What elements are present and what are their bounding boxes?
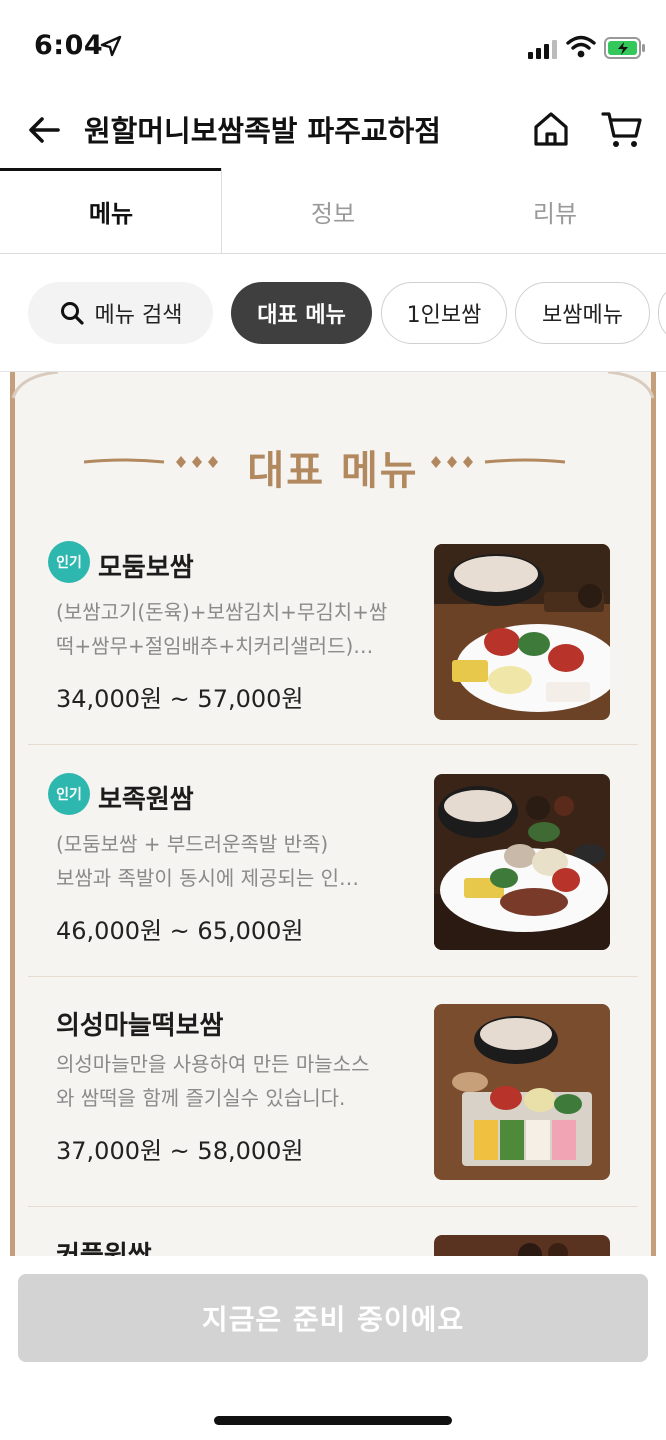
frame-right-border bbox=[651, 372, 656, 1256]
chip-representative-menu[interactable]: 대표 메뉴 bbox=[231, 282, 372, 344]
menu-item-description: (모둠보쌈 + 부드러운족발 반족) 보쌈과 족발이 동시에 제공되는 인… bbox=[56, 827, 416, 895]
cellular-signal-icon bbox=[528, 40, 557, 59]
battery-charging-icon bbox=[604, 37, 645, 59]
ornament-right-icon bbox=[431, 456, 565, 468]
frame-corner-right bbox=[607, 372, 655, 399]
menu-item-description: 의성마늘만을 사용하여 만든 마늘소스 와 쌈떡을 함께 즐기실수 있습니다. bbox=[56, 1047, 416, 1115]
status-time: 6:04 bbox=[34, 30, 104, 61]
back-arrow-icon[interactable] bbox=[22, 108, 66, 152]
home-icon[interactable] bbox=[530, 108, 572, 150]
category-chips: 메뉴 검색 대표 메뉴 1인보쌈 보쌈메뉴 bbox=[0, 254, 666, 372]
popular-badge: 인기 bbox=[48, 541, 90, 583]
store-header: 원할머니보쌈족발 파주교하점 bbox=[0, 90, 666, 168]
menu-item-desc-line: 보쌈과 족발이 동시에 제공되는 인… bbox=[56, 866, 360, 890]
chip-next-partial[interactable] bbox=[658, 282, 666, 344]
tab-info[interactable]: 정보 bbox=[222, 168, 444, 254]
menu-item-photo bbox=[434, 1004, 610, 1180]
tab-menu[interactable]: 메뉴 bbox=[0, 168, 222, 254]
menu-item-photo bbox=[434, 544, 610, 720]
menu-item-price: 37,000원 ~ 58,000원 bbox=[56, 1137, 304, 1165]
menu-item[interactable]: 커플원쌈 bbox=[28, 1207, 638, 1256]
menu-item-name: 모둠보쌈 bbox=[98, 553, 194, 583]
menu-item-name: 커플원쌈 bbox=[56, 1241, 152, 1256]
home-indicator bbox=[214, 1416, 452, 1425]
menu-search-chip[interactable]: 메뉴 검색 bbox=[28, 282, 213, 344]
chip-single-bossam[interactable]: 1인보쌈 bbox=[381, 282, 507, 344]
section-heading: 대표 메뉴 bbox=[0, 432, 666, 494]
location-arrow-icon bbox=[100, 35, 122, 57]
menu-item[interactable]: 인기 보족원쌈 (모둠보쌈 + 부드러운족발 반족) 보쌈과 족발이 동시에 제… bbox=[28, 747, 638, 977]
cart-icon[interactable] bbox=[600, 108, 644, 150]
menu-list-area[interactable]: 대표 메뉴 인기 모둠보쌈 (보쌈고기(돈육)+보쌈김치+무김치+쌈 떡+쌈무+… bbox=[0, 372, 666, 1256]
bottom-bar: 지금은 준비 중이에요 bbox=[0, 1256, 666, 1440]
frame-left-border bbox=[10, 372, 15, 1256]
store-title: 원할머니보쌈족발 파주교하점 bbox=[84, 114, 441, 148]
menu-item-desc-line: 와 쌈떡을 함께 즐기실수 있습니다. bbox=[56, 1086, 346, 1110]
wifi-icon bbox=[566, 35, 596, 58]
menu-item-price: 34,000원 ~ 57,000원 bbox=[56, 685, 304, 713]
menu-item-name: 보족원쌈 bbox=[98, 785, 194, 815]
menu-item-description: (보쌈고기(돈육)+보쌈김치+무김치+쌈 떡+쌈무+절임배추+치커리샐러드)… bbox=[56, 595, 416, 663]
menu-search-label: 메뉴 검색 bbox=[94, 303, 183, 328]
frame-corner-left bbox=[11, 372, 59, 399]
menu-item-desc-line: (보쌈고기(돈육)+보쌈김치+무김치+쌈 bbox=[56, 600, 388, 624]
menu-item[interactable]: 인기 모둠보쌈 (보쌈고기(돈육)+보쌈김치+무김치+쌈 떡+쌈무+절임배추+치… bbox=[28, 515, 638, 745]
menu-item-desc-line: 떡+쌈무+절임배추+치커리샐러드)… bbox=[56, 634, 374, 658]
menu-item-name: 의성마늘떡보쌈 bbox=[56, 1011, 224, 1041]
menu-item-photo bbox=[434, 1235, 610, 1256]
menu-item-photo bbox=[434, 774, 610, 950]
search-icon bbox=[60, 302, 84, 325]
status-bar: 6:04 bbox=[0, 0, 666, 90]
tab-reviews[interactable]: 리뷰 bbox=[444, 168, 666, 254]
store-tabs: 메뉴 정보 리뷰 bbox=[0, 168, 666, 254]
chip-bossam-menu[interactable]: 보쌈메뉴 bbox=[515, 282, 650, 344]
menu-item-desc-line: (모둠보쌈 + 부드러운족발 반족) bbox=[56, 832, 329, 856]
menu-item-price: 46,000원 ~ 65,000원 bbox=[56, 917, 304, 945]
order-button-disabled[interactable]: 지금은 준비 중이에요 bbox=[18, 1274, 648, 1362]
popular-badge: 인기 bbox=[48, 773, 90, 815]
section-title: 대표 메뉴 bbox=[247, 448, 419, 494]
menu-item-desc-line: 의성마늘만을 사용하여 만든 마늘소스 bbox=[56, 1052, 370, 1076]
menu-item[interactable]: 의성마늘떡보쌈 의성마늘만을 사용하여 만든 마늘소스 와 쌈떡을 함께 즐기실… bbox=[28, 977, 638, 1207]
